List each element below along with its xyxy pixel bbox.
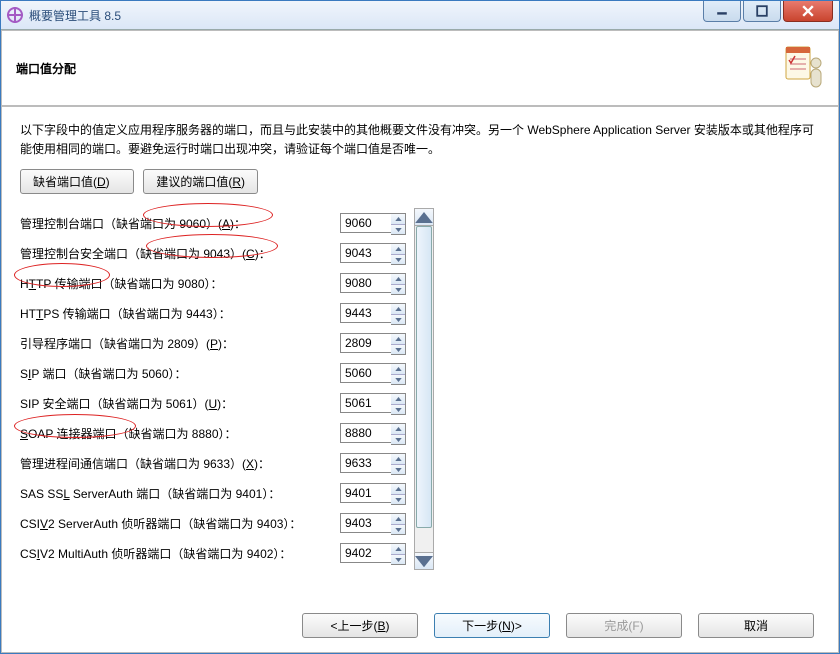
port-input-row (340, 208, 410, 238)
wizard-icon (784, 43, 824, 93)
default-ports-button[interactable]: 缺省端口值(D) (20, 169, 134, 194)
port-label: 管理控制台端口（缺省端口为 9060）(A)： (20, 215, 246, 232)
port-spinner (340, 303, 406, 323)
port-spinner (340, 213, 406, 233)
port-input-row (340, 388, 410, 418)
spin-down-icon[interactable] (391, 315, 405, 325)
spin-down-icon[interactable] (391, 225, 405, 235)
spin-down-icon[interactable] (391, 465, 405, 475)
port-spinner (340, 243, 406, 263)
port-label-row: CSIV2 MultiAuth 侦听器端口（缺省端口为 9402）： (20, 538, 340, 568)
spin-up-icon[interactable] (391, 364, 405, 375)
port-label: SIP 安全端口（缺省端口为 5061）(U)： (20, 395, 233, 412)
port-spinner (340, 513, 406, 533)
port-spinner (340, 483, 406, 503)
spin-down-icon[interactable] (391, 255, 405, 265)
port-input-row (340, 298, 410, 328)
port-label-row: 管理进程间通信端口（缺省端口为 9633）(X)： (20, 448, 340, 478)
port-input-row (340, 508, 410, 538)
port-label: SOAP 连接器端口（缺省端口为 8880）： (20, 425, 237, 442)
spin-up-icon[interactable] (391, 514, 405, 525)
port-spinner (340, 333, 406, 353)
port-input-row (340, 238, 410, 268)
scroll-thumb[interactable] (416, 226, 432, 528)
port-label: CSIV2 MultiAuth 侦听器端口（缺省端口为 9402）： (20, 545, 291, 562)
port-label: HTTP 传输端口（缺省端口为 9080）： (20, 275, 223, 292)
page-header: 端口值分配 (1, 30, 839, 106)
port-label-row: SIP 安全端口（缺省端口为 5061）(U)： (20, 388, 340, 418)
spin-up-icon[interactable] (391, 274, 405, 285)
port-label-row: HTTP 传输端口（缺省端口为 9080）： (20, 268, 340, 298)
port-label: CSIV2 ServerAuth 侦听器端口（缺省端口为 9403）： (20, 515, 301, 532)
spin-up-icon[interactable] (391, 394, 405, 405)
app-icon (7, 7, 23, 23)
port-label-row: 管理控制台端口（缺省端口为 9060）(A)： (20, 208, 340, 238)
spin-up-icon[interactable] (391, 424, 405, 435)
port-input-row (340, 268, 410, 298)
spin-up-icon[interactable] (391, 544, 405, 555)
port-label-row: CSIV2 ServerAuth 侦听器端口（缺省端口为 9403）： (20, 508, 340, 538)
port-label: HTTPS 传输端口（缺省端口为 9443）： (20, 305, 231, 322)
port-input-row (340, 478, 410, 508)
next-button[interactable]: 下一步(N)> (434, 613, 550, 638)
port-label: 管理控制台安全端口（缺省端口为 9043）(C)： (20, 245, 271, 262)
finish-button: 完成(F) (566, 613, 682, 638)
spin-up-icon[interactable] (391, 214, 405, 225)
minimize-button[interactable] (703, 1, 741, 22)
port-label-row: 管理控制台安全端口（缺省端口为 9043）(C)： (20, 238, 340, 268)
close-button[interactable] (783, 1, 833, 22)
window-title: 概要管理工具 8.5 (29, 7, 121, 24)
port-spinner (340, 363, 406, 383)
cancel-button[interactable]: 取消 (698, 613, 814, 638)
spin-down-icon[interactable] (391, 405, 405, 415)
port-spinner (340, 453, 406, 473)
spin-down-icon[interactable] (391, 345, 405, 355)
spin-up-icon[interactable] (391, 484, 405, 495)
spin-down-icon[interactable] (391, 555, 405, 565)
port-label-row: HTTPS 传输端口（缺省端口为 9443）： (20, 298, 340, 328)
main-panel: 以下字段中的值定义应用程序服务器的端口，而且与此安装中的其他概要文件没有冲突。另… (1, 106, 839, 653)
wizard-footer: <上一步(B) 下一步(N)> 完成(F) 取消 (20, 603, 820, 638)
ports-scrollbar[interactable] (414, 208, 434, 570)
window-controls (703, 1, 839, 29)
port-spinner (340, 273, 406, 293)
port-label-row: 引导程序端口（缺省端口为 2809）(P)： (20, 328, 340, 358)
spin-up-icon[interactable] (391, 334, 405, 345)
back-button[interactable]: <上一步(B) (302, 613, 418, 638)
spin-down-icon[interactable] (391, 435, 405, 445)
port-input-row (340, 328, 410, 358)
port-spinner (340, 423, 406, 443)
spin-up-icon[interactable] (391, 244, 405, 255)
port-spinner (340, 393, 406, 413)
port-label: SIP 端口（缺省端口为 5060）： (20, 365, 187, 382)
port-label-row: SAS SSL ServerAuth 端口（缺省端口为 9401）： (20, 478, 340, 508)
page-title: 端口值分配 (16, 60, 76, 77)
port-input-row (340, 418, 410, 448)
port-buttons-row: 缺省端口值(D) 建议的端口值(R) (20, 169, 820, 194)
scroll-up-icon[interactable] (415, 209, 433, 226)
spin-down-icon[interactable] (391, 495, 405, 505)
spin-down-icon[interactable] (391, 375, 405, 385)
spin-down-icon[interactable] (391, 285, 405, 295)
port-label: SAS SSL ServerAuth 端口（缺省端口为 9401）： (20, 485, 280, 502)
spin-up-icon[interactable] (391, 454, 405, 465)
port-label: 管理进程间通信端口（缺省端口为 9633）(X)： (20, 455, 270, 472)
scroll-down-icon[interactable] (415, 552, 433, 569)
port-label: 引导程序端口（缺省端口为 2809）(P)： (20, 335, 234, 352)
port-label-row: SOAP 连接器端口（缺省端口为 8880）： (20, 418, 340, 448)
port-input-row (340, 448, 410, 478)
titlebar: 概要管理工具 8.5 (1, 1, 839, 30)
recommended-ports-button[interactable]: 建议的端口值(R) (143, 169, 258, 194)
spin-up-icon[interactable] (391, 304, 405, 315)
port-label-row: SIP 端口（缺省端口为 5060）： (20, 358, 340, 388)
description-text: 以下字段中的值定义应用程序服务器的端口，而且与此安装中的其他概要文件没有冲突。另… (20, 121, 820, 159)
port-input-row (340, 358, 410, 388)
port-spinner (340, 543, 406, 563)
ports-area: 管理控制台端口（缺省端口为 9060）(A)： 管理控制台安全端口（缺省端口为 9… (20, 208, 820, 570)
maximize-button[interactable] (743, 1, 781, 22)
spin-down-icon[interactable] (391, 525, 405, 535)
port-input-row (340, 538, 410, 568)
